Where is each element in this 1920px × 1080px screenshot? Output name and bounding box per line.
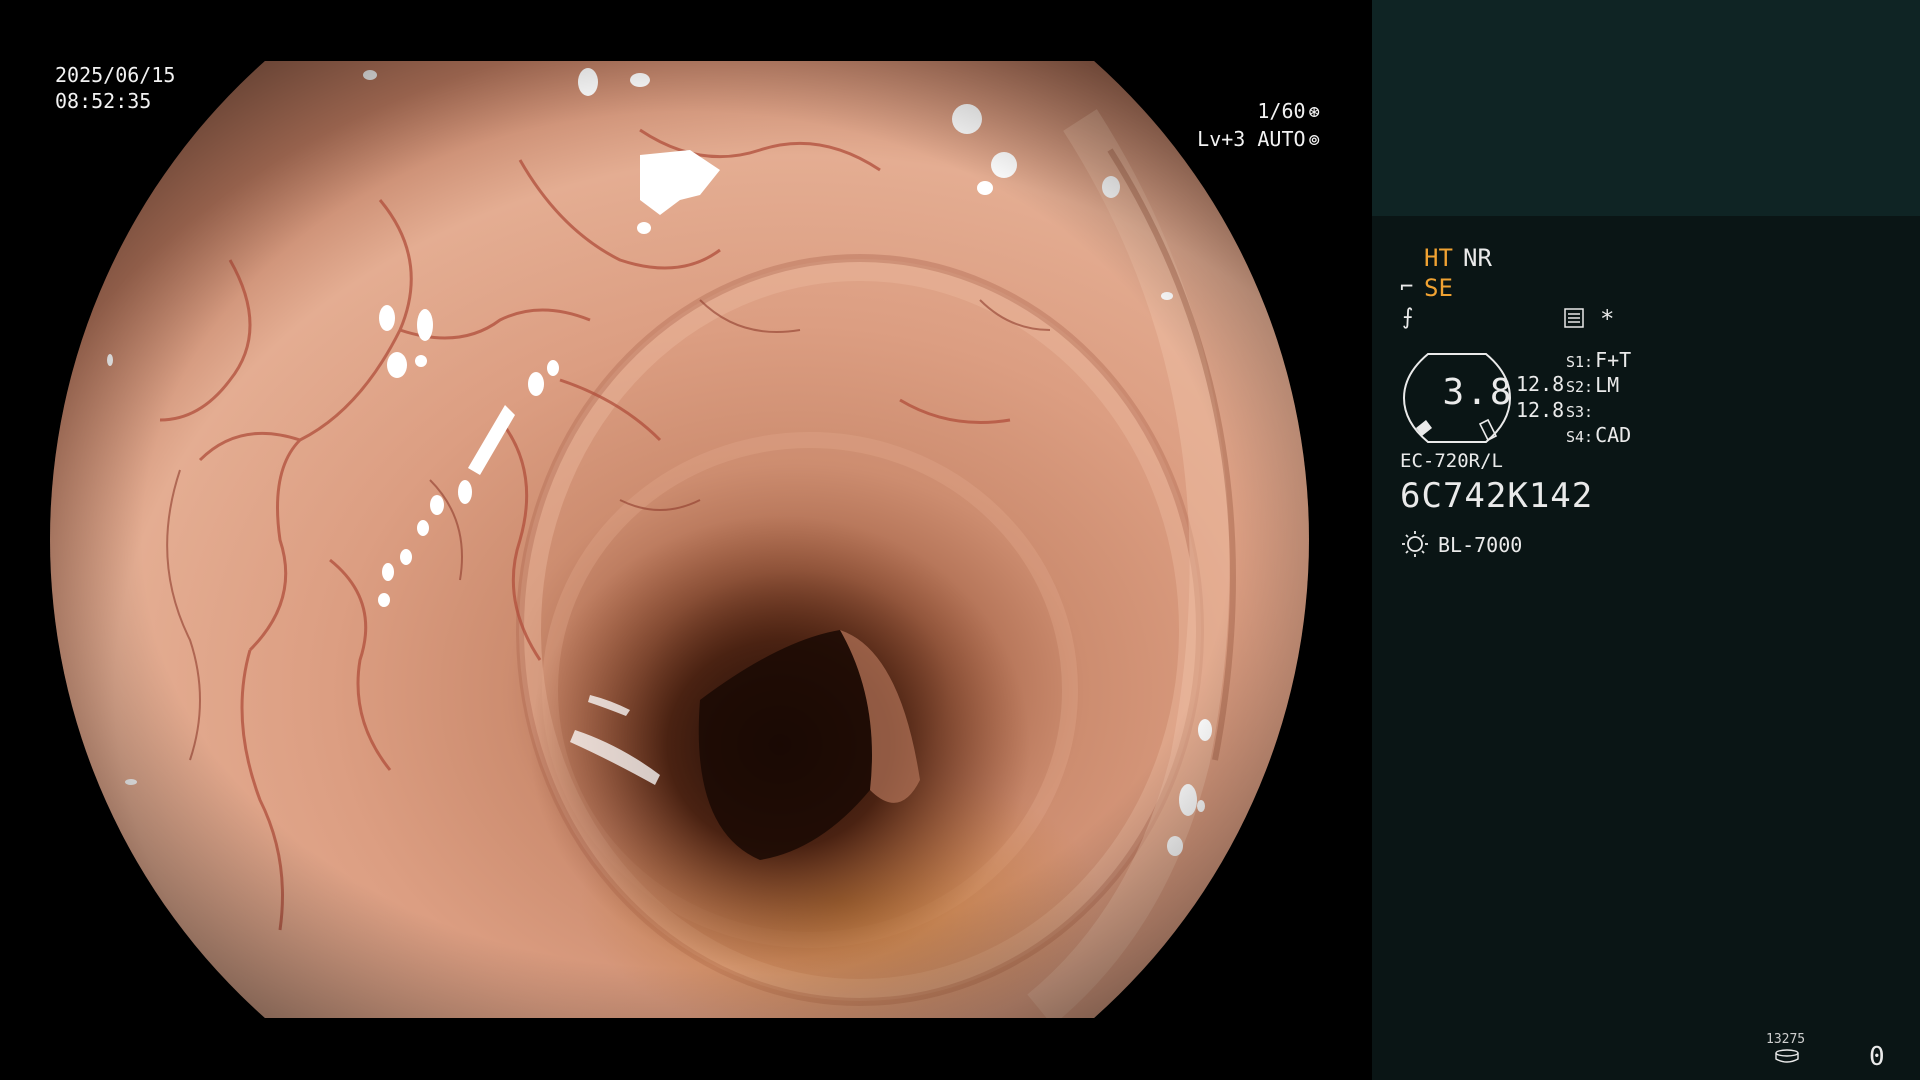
image-counter: 13275	[1766, 1032, 1806, 1047]
thumbnail-area	[1372, 0, 1920, 216]
value-lower: 12.8	[1516, 398, 1565, 422]
value-upper: 12.8	[1516, 372, 1565, 396]
switch-key: S3:	[1566, 403, 1594, 421]
light-source: BL-7000	[1438, 533, 1523, 557]
iris-icon: ⊚	[1308, 129, 1320, 151]
shutter-icon: ⊛	[1308, 101, 1320, 123]
light-source-icon	[1400, 530, 1430, 562]
switch-key: S4:	[1566, 428, 1594, 446]
switch-value: CAD	[1595, 423, 1632, 447]
endoscope-view: 2025/06/15 08:52:35 1/60 ⊛ Lv+3 AUTO ⊚	[0, 0, 1372, 1080]
shutter-speed-value: 1/60	[1257, 99, 1306, 123]
menu-icon	[1564, 308, 1584, 332]
shutter-speed: 1/60 ⊛	[1257, 98, 1320, 125]
switch-key: S2:	[1566, 378, 1594, 396]
switch-s4: S4: CAD	[1566, 423, 1631, 447]
star-indicator: *	[1600, 305, 1615, 333]
se-indicator: SE	[1424, 274, 1453, 302]
dial-marker-outline-icon	[1478, 418, 1498, 442]
dial-value: 3.8	[1442, 372, 1514, 413]
ht-indicator: HT	[1424, 244, 1453, 272]
date-readout: 2025/06/15	[55, 63, 176, 87]
nr-indicator: NR	[1463, 244, 1492, 272]
info-panel: HT NR ⌐ SE ⨍ * 3.8 12.8 12.8 S1: F+T S2: L…	[1372, 0, 1920, 1080]
scope-serial: 6C742K142	[1400, 476, 1594, 516]
exposure-mode-value: Lv+3 AUTO	[1197, 127, 1306, 151]
scope-model: EC-720R/L	[1400, 450, 1503, 472]
switch-s2: S2: LM	[1566, 373, 1619, 397]
enhance-curve-icon: ⌐	[1400, 275, 1414, 300]
exposure-mode: Lv+3 AUTO ⊚	[1197, 126, 1320, 153]
endoscopy-screen: 2025/06/15 08:52:35 1/60 ⊛ Lv+3 AUTO ⊚ HT …	[0, 0, 1920, 1080]
switch-s1: S1: F+T	[1566, 348, 1631, 372]
switch-value: F+T	[1595, 348, 1632, 372]
frequency-icon: ⨍	[1402, 305, 1414, 330]
endoscopic-image	[50, 61, 1309, 1018]
switch-s3: S3:	[1566, 398, 1595, 422]
switch-key: S1:	[1566, 353, 1594, 371]
disk-icon	[1774, 1048, 1800, 1067]
time-readout: 08:52:35	[55, 89, 152, 113]
switch-value: LM	[1595, 373, 1620, 397]
capture-count: 0	[1869, 1042, 1885, 1072]
